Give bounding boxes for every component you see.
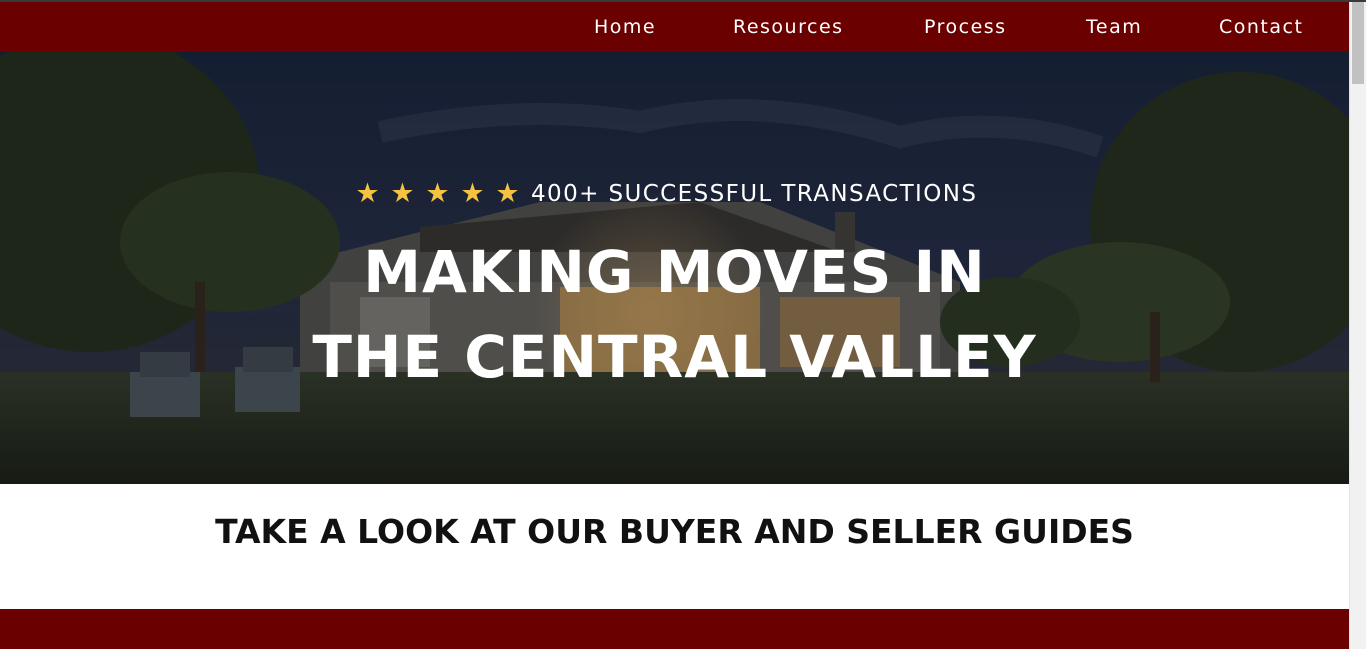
scrollbar-thumb[interactable] [1352, 2, 1364, 84]
page: Home Resources Process Team Contact ★ ★ … [0, 0, 1349, 649]
main-navigation: Home Resources Process Team Contact [0, 2, 1349, 52]
nav-link-process[interactable]: Process [924, 15, 1007, 39]
rating-row: ★ ★ ★ ★ ★ 400+ SUCCESSFUL TRANSACTIONS [350, 176, 977, 212]
next-section-band [0, 609, 1349, 649]
star-icon: ★ [390, 178, 415, 209]
hero-banner: ★ ★ ★ ★ ★ 400+ SUCCESSFUL TRANSACTIONS M… [0, 52, 1349, 484]
star-icon: ★ [495, 178, 520, 209]
nav-link-team[interactable]: Team [1086, 15, 1142, 39]
nav-link-home[interactable]: Home [594, 15, 656, 39]
hero-title-line-1: MAKING MOVES IN [363, 238, 986, 306]
nav-link-contact[interactable]: Contact [1219, 15, 1303, 39]
hero-title-line-2: THE CENTRAL VALLEY [312, 323, 1037, 391]
nav-link-resources[interactable]: Resources [733, 15, 844, 39]
star-icon: ★ [460, 178, 485, 209]
window-top-border [0, 0, 1366, 2]
star-icon: ★ [355, 178, 380, 209]
guides-section: TAKE A LOOK AT OUR BUYER AND SELLER GUID… [0, 484, 1349, 609]
guides-heading: TAKE A LOOK AT OUR BUYER AND SELLER GUID… [215, 512, 1134, 551]
star-icon: ★ [425, 178, 450, 209]
rating-text: 400+ SUCCESSFUL TRANSACTIONS [531, 181, 978, 207]
page-scrollbar[interactable] [1349, 0, 1366, 649]
